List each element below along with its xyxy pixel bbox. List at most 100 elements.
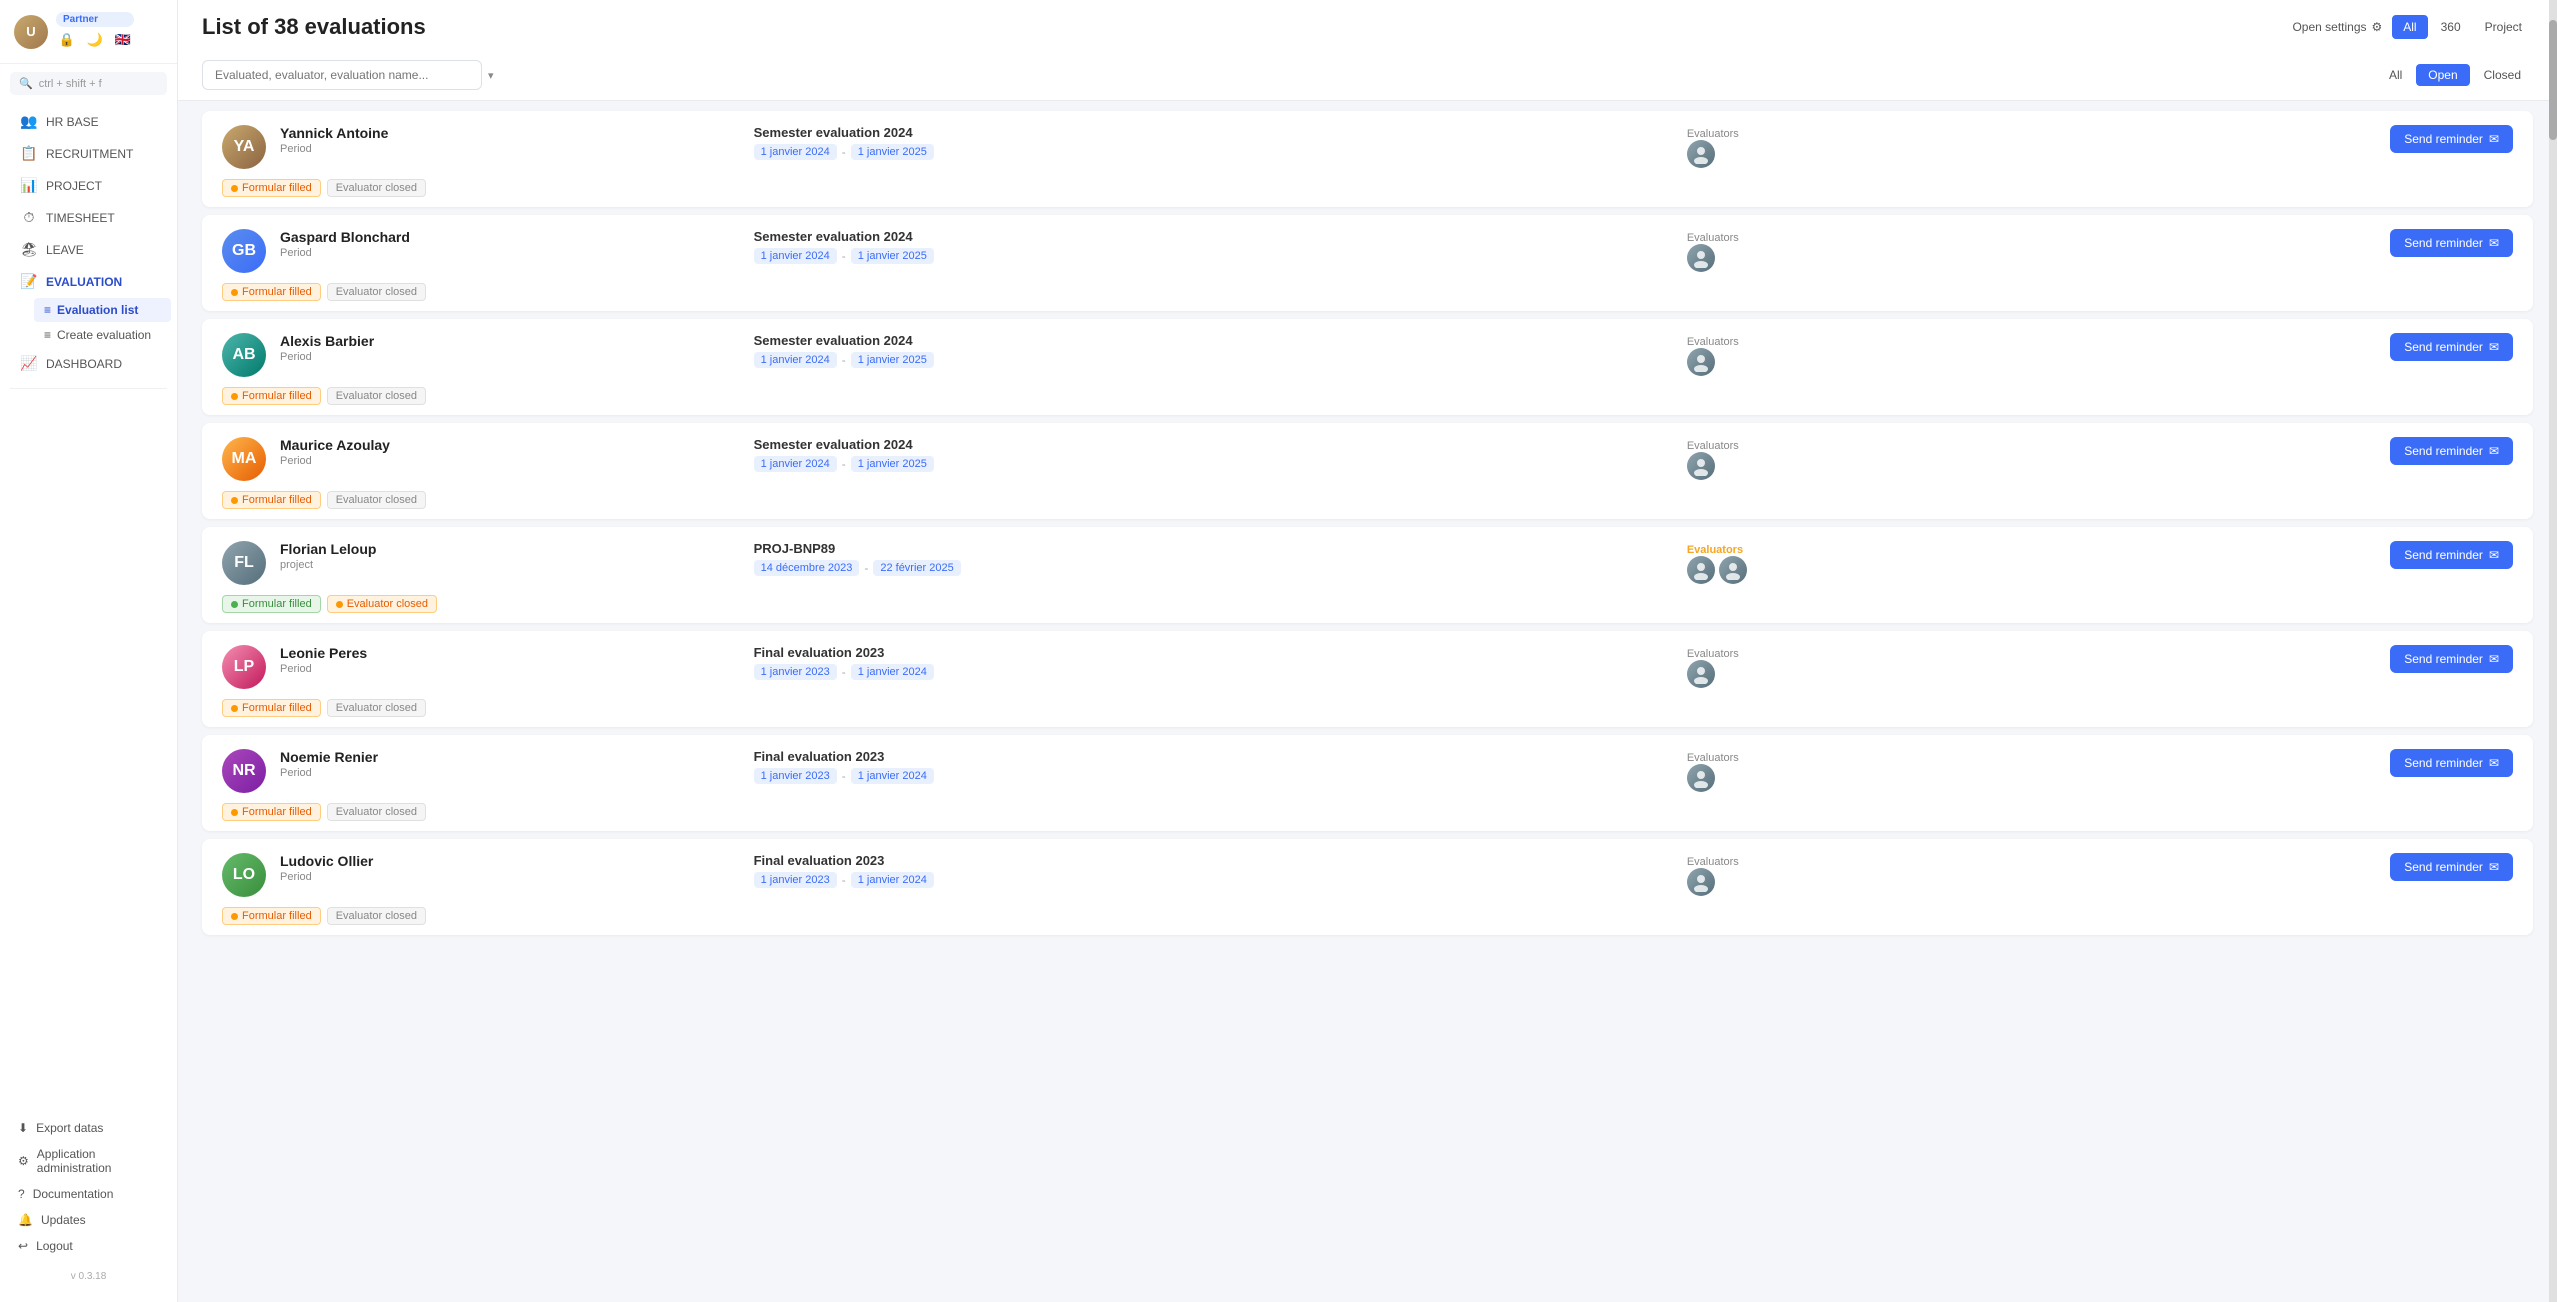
- type-tab-all[interactable]: All: [2392, 15, 2427, 39]
- sidebar-item-hr-base[interactable]: 👥 HR BASE: [6, 106, 171, 137]
- evaluation-list-content: YA Yannick Antoine Period Semester evalu…: [178, 101, 2557, 1302]
- status-tab-open[interactable]: Open: [2416, 64, 2469, 86]
- sidebar-item-updates[interactable]: 🔔 Updates: [14, 1207, 163, 1233]
- status-badge: Evaluator closed: [327, 803, 426, 821]
- evaluation-card[interactable]: GB Gaspard Blonchard Period Semester eva…: [202, 215, 2533, 311]
- type-tab-project[interactable]: Project: [2474, 15, 2533, 39]
- evaluators-label: Evaluators: [1687, 128, 1739, 140]
- send-reminder-button[interactable]: Send reminder ✉: [2390, 645, 2513, 673]
- evaluator-avatars: [1687, 140, 2376, 168]
- sidebar-item-app-admin[interactable]: ⚙ Application administration: [14, 1141, 163, 1181]
- leave-icon: 🏖: [20, 241, 38, 258]
- badge-label: Evaluator closed: [336, 286, 417, 298]
- send-reminder-button[interactable]: Send reminder ✉: [2390, 437, 2513, 465]
- scrollbar-thumb[interactable]: [2549, 20, 2557, 140]
- send-reminder-button[interactable]: Send reminder ✉: [2390, 229, 2513, 257]
- eval-badges: Formular filledEvaluator closed: [222, 699, 2513, 717]
- theme-icon[interactable]: 🌙: [84, 29, 106, 51]
- send-reminder-button[interactable]: Send reminder ✉: [2390, 853, 2513, 881]
- page-title: List of 38 evaluations: [202, 14, 426, 40]
- date-start-chip: 1 janvier 2023: [754, 768, 837, 784]
- sidebar-item-create-evaluation[interactable]: ≡ Create evaluation: [34, 323, 171, 347]
- sidebar-item-label-dashboard: DASHBOARD: [46, 357, 122, 371]
- eval-person-avatar: YA: [222, 125, 266, 169]
- search-input[interactable]: [202, 60, 482, 90]
- search-icon: 🔍: [19, 77, 33, 90]
- badge-label: Formular filled: [242, 182, 312, 194]
- eval-person-info: Leonie Peres Period: [280, 645, 740, 675]
- eval-card-top: YA Yannick Antoine Period Semester evalu…: [222, 125, 2513, 169]
- sidebar-item-dashboard[interactable]: 📈 DASHBOARD: [6, 348, 171, 379]
- eval-evaluators-section: Evaluators: [1687, 437, 2376, 480]
- lock-icon[interactable]: 🔒: [56, 29, 78, 51]
- date-start-chip: 1 janvier 2023: [754, 664, 837, 680]
- send-reminder-button[interactable]: Send reminder ✉: [2390, 125, 2513, 153]
- sidebar-item-documentation[interactable]: ? Documentation: [14, 1181, 163, 1207]
- sidebar-item-project[interactable]: 📊 PROJECT: [6, 170, 171, 201]
- send-reminder-button[interactable]: Send reminder ✉: [2390, 749, 2513, 777]
- eval-period-section: Semester evaluation 2024 1 janvier 2024 …: [754, 437, 1673, 472]
- date-start-chip: 1 janvier 2024: [754, 144, 837, 160]
- badge-dot: [231, 809, 238, 816]
- sidebar-search[interactable]: 🔍 ctrl + shift + f: [10, 72, 167, 95]
- eval-dates: 1 janvier 2023 - 1 janvier 2024: [754, 664, 1673, 680]
- scrollbar[interactable]: [2549, 0, 2557, 1302]
- sidebar-item-evaluation-list[interactable]: ≡ Evaluation list: [34, 298, 171, 322]
- sidebar-item-timesheet[interactable]: ⏱ TIMESHEET: [6, 202, 171, 233]
- eval-dates: 14 décembre 2023 - 22 février 2025: [754, 560, 1673, 576]
- eval-person-avatar: LP: [222, 645, 266, 689]
- badge-label: Evaluator closed: [336, 806, 417, 818]
- header-top-bar: List of 38 evaluations Open settings ⚙ A…: [202, 14, 2533, 40]
- evaluation-card[interactable]: LO Ludovic Ollier Period Final evaluatio…: [202, 839, 2533, 935]
- filter-dropdown-arrow[interactable]: ▾: [488, 69, 494, 82]
- eval-period-section: Semester evaluation 2024 1 janvier 2024 …: [754, 125, 1673, 160]
- send-reminder-label: Send reminder: [2404, 860, 2483, 874]
- evaluation-card[interactable]: LP Leonie Peres Period Final evaluation …: [202, 631, 2533, 727]
- sidebar-item-leave[interactable]: 🏖 LEAVE: [6, 234, 171, 265]
- badge-dot: [231, 393, 238, 400]
- updates-icon: 🔔: [18, 1213, 33, 1227]
- status-badge: Formular filled: [222, 699, 321, 717]
- export-label: Export datas: [36, 1121, 103, 1135]
- eval-type: project: [280, 559, 740, 571]
- date-separator: -: [842, 457, 846, 471]
- eval-evaluation-name: Semester evaluation 2024: [754, 125, 1673, 140]
- sidebar-item-export[interactable]: ⬇ Export datas: [14, 1115, 163, 1141]
- type-tab-360[interactable]: 360: [2430, 15, 2472, 39]
- eval-person-info: Florian Leloup project: [280, 541, 740, 571]
- sidebar-item-label-timesheet: TIMESHEET: [46, 211, 115, 225]
- eval-type: Period: [280, 871, 740, 883]
- open-settings-button[interactable]: Open settings ⚙: [2292, 20, 2382, 34]
- evaluation-card[interactable]: YA Yannick Antoine Period Semester evalu…: [202, 111, 2533, 207]
- eval-person-name: Leonie Peres: [280, 645, 740, 661]
- sidebar-item-recruitment[interactable]: 📋 RECRUITMENT: [6, 138, 171, 169]
- evaluators-label: Evaluators: [1687, 856, 1739, 868]
- eval-dates: 1 janvier 2023 - 1 janvier 2024: [754, 872, 1673, 888]
- date-start-chip: 14 décembre 2023: [754, 560, 860, 576]
- status-badge: Formular filled: [222, 907, 321, 925]
- evaluator-avatars: [1687, 452, 2376, 480]
- eval-person-name: Ludovic Ollier: [280, 853, 740, 869]
- badge-label: Formular filled: [242, 806, 312, 818]
- eval-period-section: Final evaluation 2023 1 janvier 2023 - 1…: [754, 749, 1673, 784]
- eval-evaluators-section: Evaluators: [1687, 125, 2376, 168]
- send-icon: ✉: [2489, 444, 2499, 458]
- language-icon[interactable]: 🇬🇧: [112, 29, 134, 51]
- evaluator-avatar: [1687, 140, 1715, 168]
- evaluators-label: Evaluators: [1687, 232, 1739, 244]
- sidebar-item-evaluation[interactable]: 📝 EVALUATION: [6, 266, 171, 297]
- evaluation-icon: 📝: [20, 273, 38, 290]
- evaluator-avatar: [1687, 556, 1715, 584]
- send-reminder-label: Send reminder: [2404, 132, 2483, 146]
- status-tab-all[interactable]: All: [2377, 64, 2414, 86]
- evaluation-card[interactable]: AB Alexis Barbier Period Semester evalua…: [202, 319, 2533, 415]
- evaluation-card[interactable]: MA Maurice Azoulay Period Semester evalu…: [202, 423, 2533, 519]
- status-tab-closed[interactable]: Closed: [2472, 64, 2533, 86]
- send-reminder-button[interactable]: Send reminder ✉: [2390, 541, 2513, 569]
- send-reminder-button[interactable]: Send reminder ✉: [2390, 333, 2513, 361]
- eval-evaluators-section: Evaluators: [1687, 749, 2376, 792]
- evaluation-card[interactable]: NR Noemie Renier Period Final evaluation…: [202, 735, 2533, 831]
- evaluation-card[interactable]: FL Florian Leloup project PROJ-BNP89 14 …: [202, 527, 2533, 623]
- date-separator: -: [842, 353, 846, 367]
- sidebar-item-logout[interactable]: ↩ Logout: [14, 1233, 163, 1259]
